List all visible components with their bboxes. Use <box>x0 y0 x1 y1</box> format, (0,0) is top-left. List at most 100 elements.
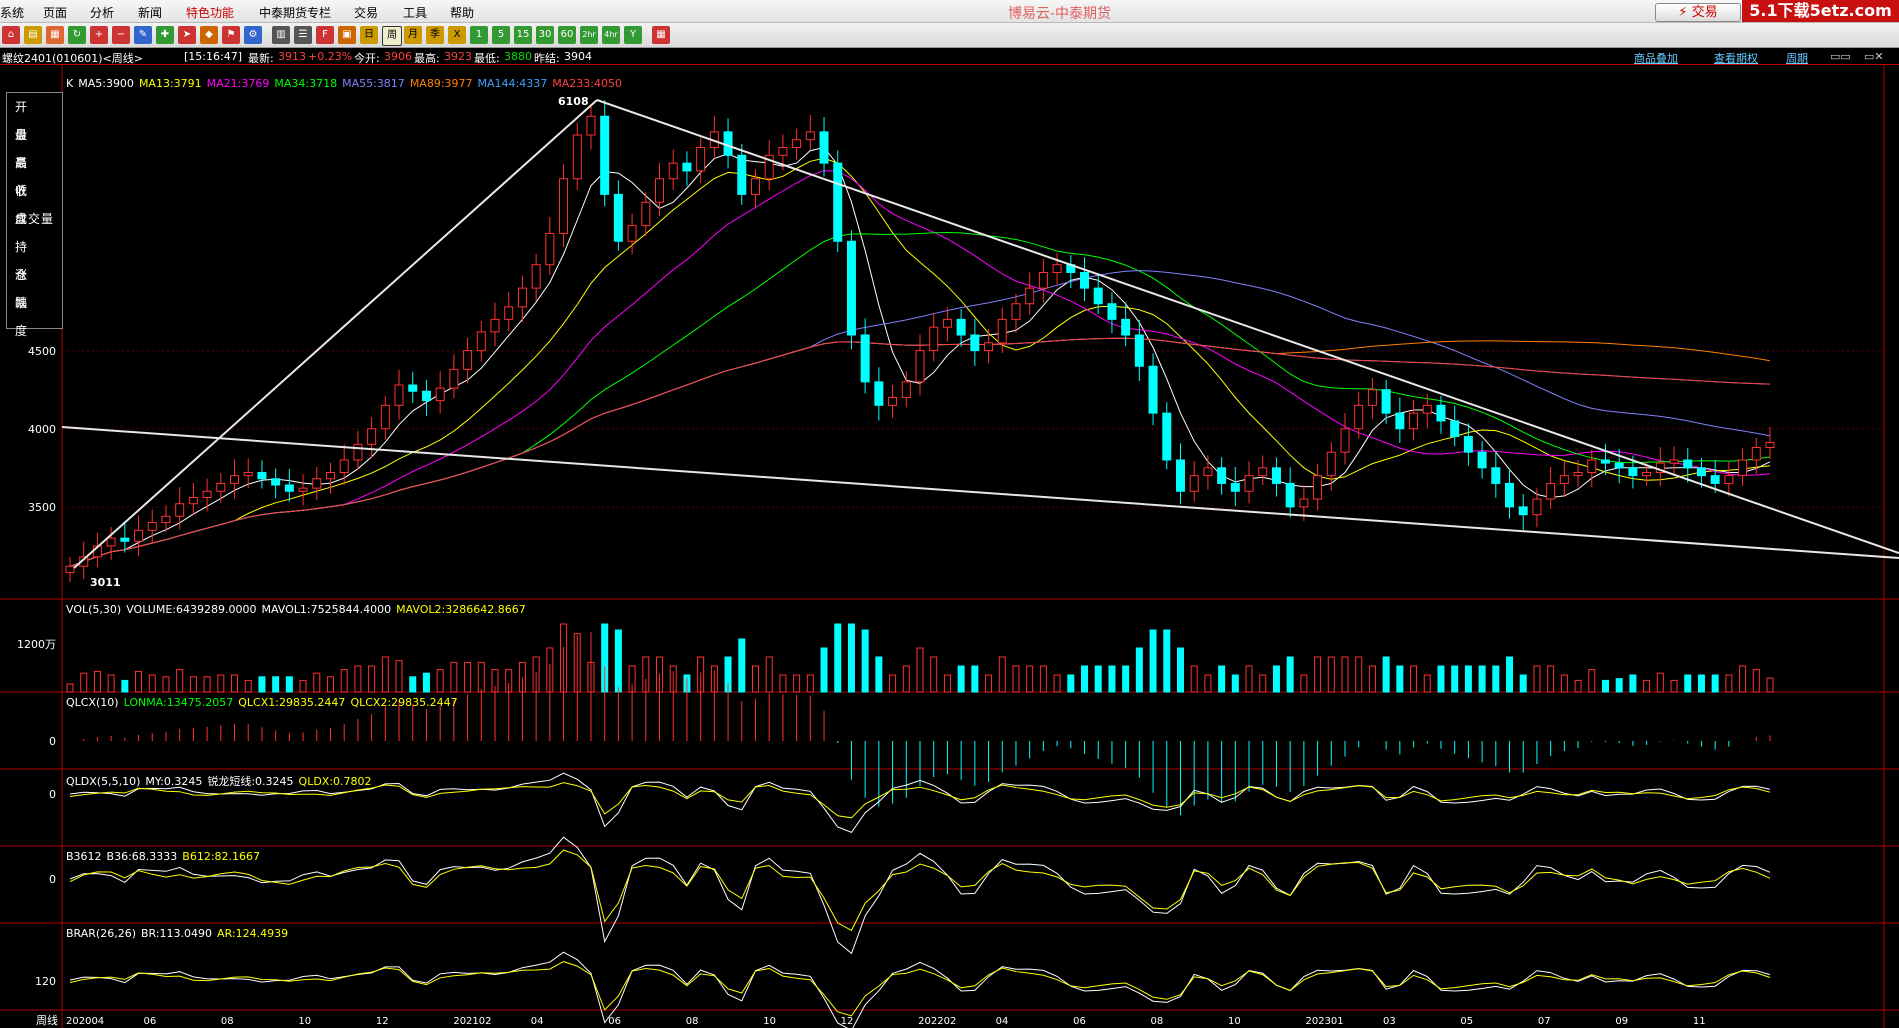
candle-body <box>284 484 294 492</box>
candle-body <box>1518 506 1528 516</box>
latest-value: 3913 <box>278 50 306 63</box>
period-label: 周线 <box>36 1013 58 1027</box>
amplitude-row: 幅 度 <box>15 296 36 338</box>
zoom-out-icon[interactable]: − <box>112 26 130 44</box>
candle-body <box>1093 287 1103 305</box>
window-layout-icon[interactable]: ▭▭ <box>1830 50 1851 63</box>
menu-trade[interactable]: 交易 <box>354 4 378 21</box>
week-period-button[interactable]: 周 <box>382 26 402 46</box>
volume-bar <box>477 661 485 693</box>
5min-button[interactable]: 5 <box>492 26 510 44</box>
volume-bar <box>1272 665 1280 693</box>
volume-bar <box>340 669 348 693</box>
menu-column[interactable]: 中泰期货专栏 <box>259 4 331 21</box>
settings-icon[interactable]: ⚙ <box>244 26 262 44</box>
60min-button[interactable]: 60 <box>558 26 576 44</box>
candle-body <box>1628 467 1638 477</box>
period-link[interactable]: 周期 <box>1786 50 1808 66</box>
trade-button[interactable]: ⚡ 交易 <box>1655 3 1741 22</box>
price-tick: 4000 <box>28 423 56 436</box>
cursor-icon[interactable]: ➤ <box>178 26 196 44</box>
watermark-logo: 5.1下载5etz.com <box>1742 0 1899 22</box>
volume-bar <box>1766 677 1774 693</box>
x-period-button[interactable]: X <box>448 26 466 44</box>
volume-bar <box>738 638 746 693</box>
time-tick: 06 <box>1073 1016 1086 1027</box>
candle-body <box>147 522 157 531</box>
high-value: 3923 <box>444 50 472 63</box>
volume-bar <box>1314 656 1322 693</box>
volume-bar <box>189 676 197 693</box>
30min-button[interactable]: 30 <box>536 26 554 44</box>
volume-bar <box>203 676 211 693</box>
candle-body <box>1710 475 1720 484</box>
menu-system[interactable]: 系统 <box>0 4 24 21</box>
quarter-period-button[interactable]: 季 <box>426 26 444 44</box>
draw-icon[interactable]: ✎ <box>134 26 152 44</box>
candle-body <box>1696 467 1706 477</box>
candle-body <box>531 264 541 289</box>
15min-button[interactable]: 15 <box>514 26 532 44</box>
volume-bar <box>1135 647 1143 693</box>
grid-small-icon[interactable]: ▣ <box>338 26 356 44</box>
volume-bar <box>1752 669 1760 693</box>
volume-bar <box>1368 665 1376 693</box>
overlay-commodity-link[interactable]: 商品叠加 <box>1634 50 1678 66</box>
list-icon[interactable]: ☰ <box>294 26 312 44</box>
high-marker: 6108 <box>558 95 589 108</box>
grid-icon[interactable]: ▦ <box>652 26 670 44</box>
candle-body <box>655 178 665 203</box>
2hr-button[interactable]: 2hr <box>580 26 598 44</box>
volume-bar <box>1423 674 1431 693</box>
month-period-button[interactable]: 月 <box>404 26 422 44</box>
4hr-button[interactable]: 4hr <box>602 26 620 44</box>
trend-lines[interactable] <box>61 99 1899 569</box>
refresh-icon[interactable]: ↻ <box>68 26 86 44</box>
crosshair-icon[interactable]: ✚ <box>156 26 174 44</box>
vol-legend-item: VOL(5,30) <box>66 603 122 616</box>
time-axis: 202004 06 08 10 12 202102 04 06 08 10 12 202202 04 06… <box>66 1016 1706 1027</box>
candle-body <box>1738 459 1748 477</box>
zoom-in-icon[interactable]: + <box>90 26 108 44</box>
volume-bar <box>834 623 842 693</box>
note-icon[interactable]: ▦ <box>46 26 64 44</box>
candle-body <box>1546 482 1556 500</box>
day-period-button[interactable]: 日 <box>360 26 378 44</box>
trend-line-bottom <box>61 426 1899 559</box>
1min-button[interactable]: 1 <box>470 26 488 44</box>
time-tick: 05 <box>1460 1016 1473 1027</box>
candle-body <box>1313 475 1323 500</box>
candle-body <box>1189 475 1199 492</box>
menu-page[interactable]: 页面 <box>43 4 67 21</box>
volume-bar <box>1300 674 1308 693</box>
candle-body <box>298 487 308 492</box>
ma34-line <box>69 231 1771 567</box>
table-icon[interactable]: ▥ <box>272 26 290 44</box>
volume-bar <box>1067 674 1075 693</box>
zero-label: 0 <box>49 788 56 801</box>
b3612-indicator <box>69 836 1771 955</box>
menu-help[interactable]: 帮助 <box>450 4 474 21</box>
volume-bar <box>1053 674 1061 693</box>
ticket-icon[interactable]: F <box>316 26 334 44</box>
window-close-icon[interactable]: ▭✕ <box>1864 50 1884 63</box>
menu-special[interactable]: 特色功能 <box>186 4 234 21</box>
volume-bar <box>1341 656 1349 693</box>
volume-bar <box>80 672 88 693</box>
year-button[interactable]: Y <box>624 26 642 44</box>
menu-tools[interactable]: 工具 <box>403 4 427 21</box>
candle-body <box>1080 272 1090 289</box>
home-icon[interactable]: ⌂ <box>2 26 20 44</box>
folder-icon[interactable]: ▤ <box>24 26 42 44</box>
brar-legend: BRAR(26,26) BR:113.0490 AR:124.4939 <box>66 927 293 940</box>
menu-news[interactable]: 新闻 <box>138 4 162 21</box>
close-row: 收 盘 <box>15 184 36 226</box>
candle-body <box>778 147 788 156</box>
menu-analysis[interactable]: 分析 <box>90 4 114 21</box>
volume-bar <box>217 674 225 693</box>
time-tick: 09 <box>1615 1016 1628 1027</box>
pin-icon[interactable]: ◆ <box>200 26 218 44</box>
view-options-link[interactable]: 查看期权 <box>1714 50 1758 66</box>
flag-icon[interactable]: ⚑ <box>222 26 240 44</box>
prev-value: 3904 <box>564 50 592 63</box>
